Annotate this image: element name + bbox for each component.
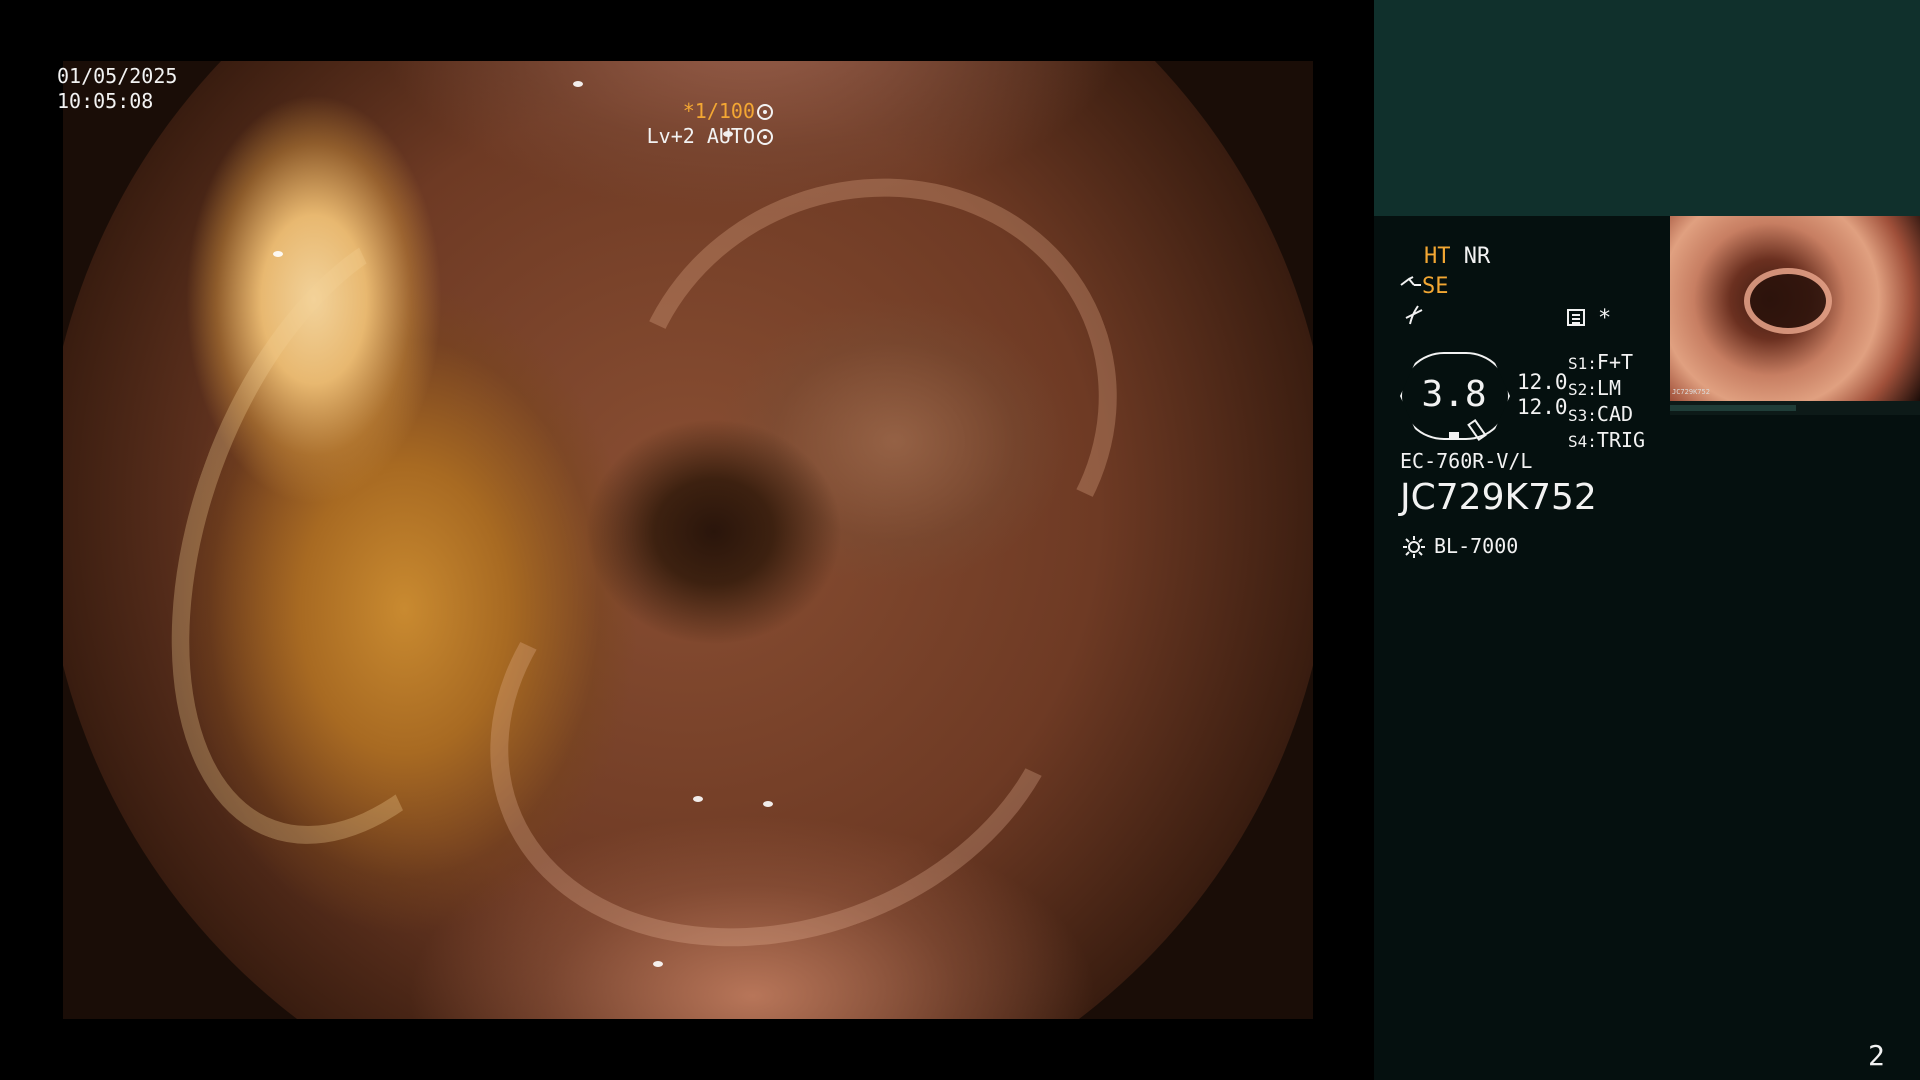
wave-icon	[1405, 305, 1423, 325]
info-side-panel: JC729K752 HT NR SE * 12.0 12.0 S1:F+T S2…	[1374, 0, 1920, 1080]
level-value-1: 12.0	[1517, 370, 1568, 394]
zoom-value: 3.8	[1421, 374, 1487, 415]
light-reflection	[273, 251, 283, 257]
se-mode: SE	[1422, 274, 1449, 299]
scope-serial: JC729K752	[1400, 477, 1597, 518]
sun-icon	[1403, 536, 1425, 558]
thumbnail-strip-bar	[1670, 405, 1796, 411]
switch-row-2: S2:LM	[1568, 376, 1621, 400]
star-marker: *	[1598, 306, 1612, 331]
panel-header-band	[1374, 0, 1920, 216]
light-reflection	[653, 961, 663, 967]
exposure-params: *1/100 Lv+2 AUTO	[647, 99, 773, 149]
mode-nr: NR	[1463, 244, 1491, 269]
thumbnail-image[interactable]: JC729K752	[1670, 216, 1920, 401]
endoscope-video-area: 01/05/2025 10:05:08 *1/100 Lv+2 AUTO	[0, 0, 1374, 1080]
time-label: 10:05:08	[57, 89, 154, 113]
thumbnail-caption: JC729K752	[1672, 388, 1710, 396]
zoom-base-marker	[1449, 432, 1459, 440]
date-label: 01/05/2025	[57, 64, 178, 88]
switch-row-4: S4:TRIG	[1568, 428, 1646, 452]
light-reflection	[573, 81, 583, 87]
se-row: SE	[1400, 274, 1449, 300]
aperture-icon	[757, 104, 773, 120]
switch-row-1: S1:F+T	[1568, 350, 1634, 374]
iris-icon	[757, 129, 773, 145]
light-source: BL-7000	[1434, 534, 1519, 558]
endoscope-live-image	[63, 61, 1313, 1019]
menu-list-icon	[1567, 309, 1585, 326]
image-mode-row: HT NR	[1424, 244, 1490, 270]
scope-model: EC-760R-V/L	[1400, 449, 1533, 473]
light-reflection	[763, 801, 773, 807]
page-number: 2	[1868, 1039, 1885, 1072]
light-reflection	[693, 796, 703, 802]
datetime-display: 01/05/2025 10:05:08	[57, 64, 177, 114]
level-values: 12.0 12.0	[1517, 370, 1568, 420]
wave-row	[1404, 304, 1424, 333]
switch-assignments: S1:F+T S2:LM S3:CAD S4:TRIG	[1568, 350, 1645, 454]
level-value-2: 12.0	[1517, 395, 1568, 419]
thumbnail-lumen	[1744, 268, 1832, 334]
brightness-level: Lv+2 AUTO	[646, 124, 755, 148]
shutter-speed: *1/100	[682, 99, 755, 123]
mode-ht: HT	[1424, 244, 1451, 269]
scope-tip-icon	[1400, 276, 1421, 286]
thumbnail-strip	[1670, 401, 1920, 415]
switch-row-3: S3:CAD	[1568, 402, 1634, 426]
